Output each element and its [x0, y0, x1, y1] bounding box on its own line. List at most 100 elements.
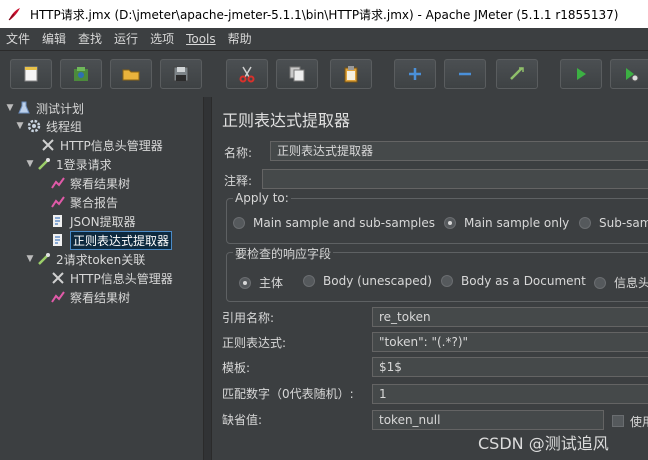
- tree-item-token-request[interactable]: ▼ 2请求token关联: [24, 250, 146, 268]
- name-field[interactable]: 正则表达式提取器: [270, 141, 648, 161]
- template-field[interactable]: $1$: [372, 357, 648, 377]
- menu-tools[interactable]: Tools: [180, 28, 222, 50]
- test-plan-icon: [16, 100, 32, 116]
- use-empty-default-checkbox[interactable]: [612, 415, 624, 427]
- radio-body[interactable]: 主体: [239, 274, 283, 291]
- comment-field[interactable]: [262, 169, 648, 189]
- window-title: HTTP请求.jmx (D:\jmeter\apache-jmeter-5.1.…: [30, 7, 619, 22]
- header-manager-icon: [40, 137, 56, 153]
- paste-icon: [344, 66, 358, 83]
- expand-toggle-icon[interactable]: ▼: [14, 121, 26, 131]
- toolbar: [0, 51, 648, 98]
- http-sampler-icon: [36, 156, 52, 172]
- tree-item-label: HTTP信息头管理器: [60, 138, 163, 153]
- radio-body-unescaped[interactable]: Body (unescaped): [303, 274, 432, 288]
- radio-label: Sub-sam: [599, 216, 648, 230]
- regex-label: 正则表达式:: [222, 336, 287, 350]
- watermark: CSDN @测试追风: [478, 434, 609, 453]
- panel-title: 正则表达式提取器: [222, 111, 351, 130]
- tree-item-thread-group[interactable]: ▼ 线程组: [14, 117, 82, 135]
- template-label: 模板:: [222, 361, 251, 375]
- radio-label: Body (unescaped): [323, 274, 432, 288]
- toggle-button[interactable]: [496, 59, 538, 89]
- match-no-field[interactable]: 1: [372, 384, 648, 404]
- tree-item-regex-extractor[interactable]: 正则表达式提取器: [38, 230, 173, 250]
- tree-item-label: 察看结果树: [70, 176, 131, 191]
- open-icon: [122, 69, 140, 81]
- collapse-icon: [459, 72, 471, 76]
- listener-icon: [50, 289, 66, 305]
- expand-all-button[interactable]: [394, 59, 436, 89]
- listener-icon: [50, 175, 66, 191]
- start-icon: [577, 68, 586, 80]
- tree-item-header-manager-2[interactable]: HTTP信息头管理器: [38, 269, 173, 287]
- listener-icon: [50, 194, 66, 210]
- expand-toggle-icon[interactable]: ▼: [24, 254, 36, 264]
- split-pane-divider[interactable]: [203, 97, 212, 460]
- radio-label: Body as a Document: [461, 274, 586, 288]
- field-to-check-group: 要检查的响应字段 主体 Body (unescaped) Body as a D…: [226, 245, 648, 302]
- tree-item-label: 测试计划: [36, 101, 85, 116]
- tree-item-test-plan[interactable]: ▼ 测试计划: [4, 99, 84, 117]
- toggle-icon: [510, 67, 524, 80]
- tree-item-header-manager[interactable]: HTTP信息头管理器: [28, 136, 163, 154]
- tree-item-label: 正则表达式提取器: [70, 230, 173, 250]
- tree-item-label: HTTP信息头管理器: [70, 271, 173, 286]
- radio-circle: [579, 217, 591, 229]
- http-sampler-icon: [36, 251, 52, 267]
- templates-button[interactable]: [60, 59, 102, 89]
- paste-button[interactable]: [330, 59, 372, 89]
- new-button[interactable]: [10, 59, 52, 89]
- apply-to-title: Apply to:: [233, 191, 291, 205]
- start-button[interactable]: [560, 59, 602, 89]
- menu-file[interactable]: 文件: [0, 28, 36, 50]
- radio-main-only[interactable]: Main sample only: [444, 216, 569, 230]
- tree-item-login-request[interactable]: ▼ 1登录请求: [24, 155, 112, 173]
- copy-button[interactable]: [276, 59, 318, 89]
- tree-item-json-extractor[interactable]: JSON提取器: [38, 212, 136, 230]
- cut-icon: [239, 66, 255, 83]
- title-bar: HTTP请求.jmx (D:\jmeter\apache-jmeter-5.1.…: [0, 0, 648, 28]
- menu-help[interactable]: 帮助: [222, 28, 258, 50]
- templates-icon: [74, 67, 88, 81]
- use-empty-default-label: 使用: [630, 415, 648, 429]
- radio-headers[interactable]: 信息头: [594, 274, 648, 291]
- tree-item-view-results-tree-2[interactable]: 察看结果树: [38, 288, 130, 306]
- radio-label: Main sample only: [464, 216, 570, 230]
- comment-label: 注释:: [224, 174, 253, 188]
- radio-body-document[interactable]: Body as a Document: [441, 274, 586, 288]
- regex-extractor-panel: 正则表达式提取器 名称: 正则表达式提取器 注释: Apply to: Main…: [212, 97, 648, 460]
- tree-item-aggregate-report[interactable]: 聚合报告: [38, 193, 118, 211]
- field-to-check-title: 要检查的响应字段: [233, 245, 334, 262]
- regex-field[interactable]: "token": "(.*?)": [372, 332, 648, 352]
- collapse-all-button[interactable]: [444, 59, 486, 89]
- tree-item-label: 1登录请求: [56, 157, 112, 172]
- radio-sub-samples[interactable]: Sub-sam: [579, 216, 648, 230]
- radio-circle: [594, 276, 606, 289]
- default-value-field[interactable]: token_null: [372, 410, 604, 430]
- match-no-label: 匹配数字（0代表随机）:: [222, 387, 354, 401]
- menu-search[interactable]: 查找: [72, 28, 108, 50]
- radio-label: Main sample and sub-samples: [253, 216, 435, 230]
- tree-item-view-results-tree[interactable]: 察看结果树: [38, 174, 130, 192]
- cut-button[interactable]: [226, 59, 268, 89]
- expand-toggle-icon[interactable]: ▼: [4, 103, 16, 113]
- save-icon: [173, 66, 189, 82]
- radio-circle: [303, 275, 315, 287]
- new-icon: [24, 66, 38, 82]
- open-button[interactable]: [110, 59, 152, 89]
- apply-to-group: Apply to: Main sample and sub-samples Ma…: [226, 191, 648, 244]
- start-no-pauses-button[interactable]: [610, 59, 648, 89]
- menu-edit[interactable]: 编辑: [36, 28, 72, 50]
- radio-main-and-sub[interactable]: Main sample and sub-samples: [233, 216, 435, 230]
- tree-item-label: 聚合报告: [70, 195, 119, 210]
- tree-item-label: JSON提取器: [70, 214, 136, 229]
- ref-name-label: 引用名称:: [222, 311, 275, 325]
- name-label: 名称:: [224, 146, 253, 160]
- save-button[interactable]: [160, 59, 202, 89]
- menu-options[interactable]: 选项: [144, 28, 180, 50]
- expand-toggle-icon[interactable]: ▼: [24, 159, 36, 169]
- copy-icon: [289, 66, 305, 82]
- menu-run[interactable]: 运行: [108, 28, 144, 50]
- ref-name-field[interactable]: re_token: [372, 307, 648, 327]
